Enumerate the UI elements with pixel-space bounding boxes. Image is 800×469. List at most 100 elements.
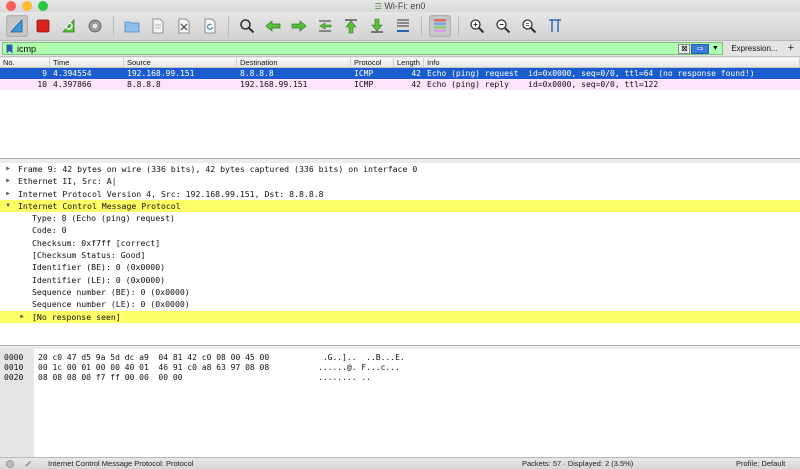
byte-offset: 0010 [0, 363, 34, 373]
packet-row[interactable]: 10 4.397866 8.8.8.8 192.168.99.151 ICMP … [0, 79, 800, 90]
open-file-button[interactable] [121, 15, 143, 37]
stop-capture-button[interactable] [32, 15, 54, 37]
autoscroll-button[interactable] [392, 15, 414, 37]
apply-filter-button[interactable]: ⇨ [691, 43, 710, 54]
column-header-protocol[interactable]: Protocol [351, 58, 394, 67]
clear-filter-button[interactable]: ⊠ [678, 43, 691, 54]
detail-row-field[interactable]: Identifier (BE): 0 (0x0000) [0, 261, 800, 273]
expand-arrow-icon[interactable]: ▶ [4, 175, 12, 187]
byte-hex: 20 c0 47 d5 9a 5d dc a9 04 81 42 c0 08 0… [38, 353, 270, 362]
detail-row-field[interactable]: [Checksum Status: Good] [0, 249, 800, 261]
column-header-info[interactable]: Info [424, 58, 800, 67]
byte-hex: 08 08 08 00 f7 ff 00 00 00 00 [38, 373, 183, 382]
detail-row-ethernet[interactable]: ▶ Ethernet II, Src: A| [0, 175, 800, 188]
byte-hex: 00 1c 00 01 00 00 40 01 46 91 c0 a8 63 9… [38, 363, 270, 372]
packet-source: 8.8.8.8 [127, 80, 161, 89]
detail-row-field[interactable]: Sequence number (BE): 0 (0x0000) [0, 286, 800, 298]
detail-row-field[interactable]: Code: 0 [0, 224, 800, 236]
expand-arrow-icon[interactable]: ▶ [4, 188, 12, 200]
resize-columns-button[interactable] [544, 15, 566, 37]
packet-time: 4.397866 [53, 80, 92, 89]
expert-info-icon[interactable] [6, 460, 14, 468]
zoom-normal-button[interactable] [518, 15, 540, 37]
search-icon [240, 19, 255, 34]
packet-no: 10 [37, 80, 47, 89]
capture-comment-icon[interactable] [24, 460, 32, 468]
detail-row-ipv4[interactable]: ▶ Internet Protocol Version 4, Src: 192.… [0, 188, 800, 200]
detail-row-icmp[interactable]: ▼ Internet Control Message Protocol [0, 199, 800, 213]
column-header-no[interactable]: No. [0, 58, 50, 67]
restart-capture-button[interactable] [58, 15, 80, 37]
packet-row[interactable]: 9 4.394554 192.168.99.151 8.8.8.8 ICMP 4… [0, 68, 800, 79]
detail-row-no-response[interactable]: ▶ [No response seen] [0, 310, 800, 323]
expand-arrow-icon[interactable]: ▶ [18, 311, 26, 323]
wireshark-window: ☲ Wi-Fi: en0 icmp ⊠ ⇨ ▼ Expression... + … [0, 0, 800, 469]
go-back-button[interactable] [262, 15, 284, 37]
collapse-arrow-icon[interactable]: ▼ [4, 200, 12, 212]
title-bar: ☲ Wi-Fi: en0 [0, 0, 800, 12]
detail-text: Sequence number (LE): 0 (0x0000) [32, 299, 190, 310]
zoom-out-button[interactable] [492, 15, 514, 37]
column-header-destination[interactable]: Destination [237, 58, 351, 67]
find-packet-button[interactable] [236, 15, 258, 37]
column-header-time[interactable]: Time [50, 58, 124, 67]
profile-selector[interactable]: Profile: Default [736, 458, 785, 469]
colorize-button[interactable] [429, 15, 451, 37]
packet-destination: 8.8.8.8 [240, 69, 274, 78]
detail-row-frame[interactable]: ▶ Frame 9: 42 bytes on wire (336 bits), … [0, 163, 800, 175]
zoom-in-icon [470, 19, 485, 34]
expression-button[interactable]: Expression... [731, 44, 777, 53]
byte-offset: 0020 [0, 373, 34, 383]
packet-list-header: No. Time Source Destination Protocol Len… [0, 58, 800, 68]
byte-ascii: .G..].. ..B...E. [318, 353, 405, 362]
detail-text: Sequence number (BE): 0 (0x0000) [32, 286, 190, 297]
detail-row-field[interactable]: Type: 8 (Echo (ping) request) [0, 212, 800, 224]
toolbar-separator [228, 16, 229, 36]
start-capture-button[interactable] [6, 15, 28, 37]
colorize-icon [434, 19, 446, 32]
packet-count: Packets: 57 · Displayed: 2 (3.5%) [522, 459, 634, 468]
packet-info: Echo (ping) reply id=0x0000, seq=0/0, tt… [427, 80, 659, 89]
close-file-button[interactable] [173, 15, 195, 37]
go-first-button[interactable] [340, 15, 362, 37]
filter-bookmark-button[interactable] [3, 44, 15, 54]
column-header-length[interactable]: Length [394, 58, 424, 67]
byte-offset: 0000 [0, 353, 34, 363]
capture-options-button[interactable] [84, 15, 106, 37]
display-filter-input[interactable] [15, 43, 679, 54]
column-header-source[interactable]: Source [124, 58, 237, 67]
bytes-row[interactable]: 0000 20 c0 47 d5 9a 5d dc a9 04 81 42 c0… [0, 353, 800, 363]
detail-row-field[interactable]: Checksum: 0xf7ff [correct] [0, 237, 800, 249]
bookmark-icon [6, 44, 12, 53]
detail-row-field[interactable]: Sequence number (LE): 0 (0x0000) [0, 298, 800, 310]
detail-text: Identifier (BE): 0 (0x0000) [32, 262, 166, 273]
toolbar-separator [113, 16, 114, 36]
display-filter-field: ⊠ ⇨ ▼ [2, 42, 724, 55]
display-filter-bar: ⊠ ⇨ ▼ Expression... + [0, 41, 800, 57]
zoom-in-button[interactable] [466, 15, 488, 37]
packet-details: ▶ Frame 9: 42 bytes on wire (336 bits), … [0, 163, 800, 346]
go-to-packet-button[interactable] [314, 15, 336, 37]
save-file-button[interactable] [147, 15, 169, 37]
window-title-text: Wi-Fi: en0 [384, 1, 426, 11]
packet-length: 42 [411, 80, 421, 89]
window-title: ☲ Wi-Fi: en0 [0, 0, 800, 13]
bytes-row[interactable]: 0010 00 1c 00 01 00 00 40 01 46 91 c0 a8… [0, 363, 800, 373]
close-file-icon [178, 18, 190, 34]
reload-icon [204, 18, 216, 34]
detail-text: [Checksum Status: Good] [32, 250, 146, 261]
filter-history-dropdown[interactable]: ▼ [710, 44, 720, 54]
detail-row-field[interactable]: Identifier (LE): 0 (0x0000) [0, 274, 800, 286]
go-last-button[interactable] [366, 15, 388, 37]
zoom-out-icon [496, 19, 511, 34]
detail-text: Identifier (LE): 0 (0x0000) [32, 274, 166, 285]
last-packet-icon [371, 18, 383, 33]
add-filter-button[interactable]: + [788, 43, 794, 54]
bytes-row[interactable]: 0020 08 08 08 00 f7 ff 00 00 00 00 .....… [0, 373, 800, 383]
resize-columns-icon [549, 19, 561, 32]
go-forward-button[interactable] [288, 15, 310, 37]
expand-arrow-icon[interactable]: ▶ [4, 163, 12, 175]
reload-file-button[interactable] [199, 15, 221, 37]
detail-text: Checksum: 0xf7ff [correct] [32, 237, 161, 248]
file-icon [152, 18, 164, 34]
